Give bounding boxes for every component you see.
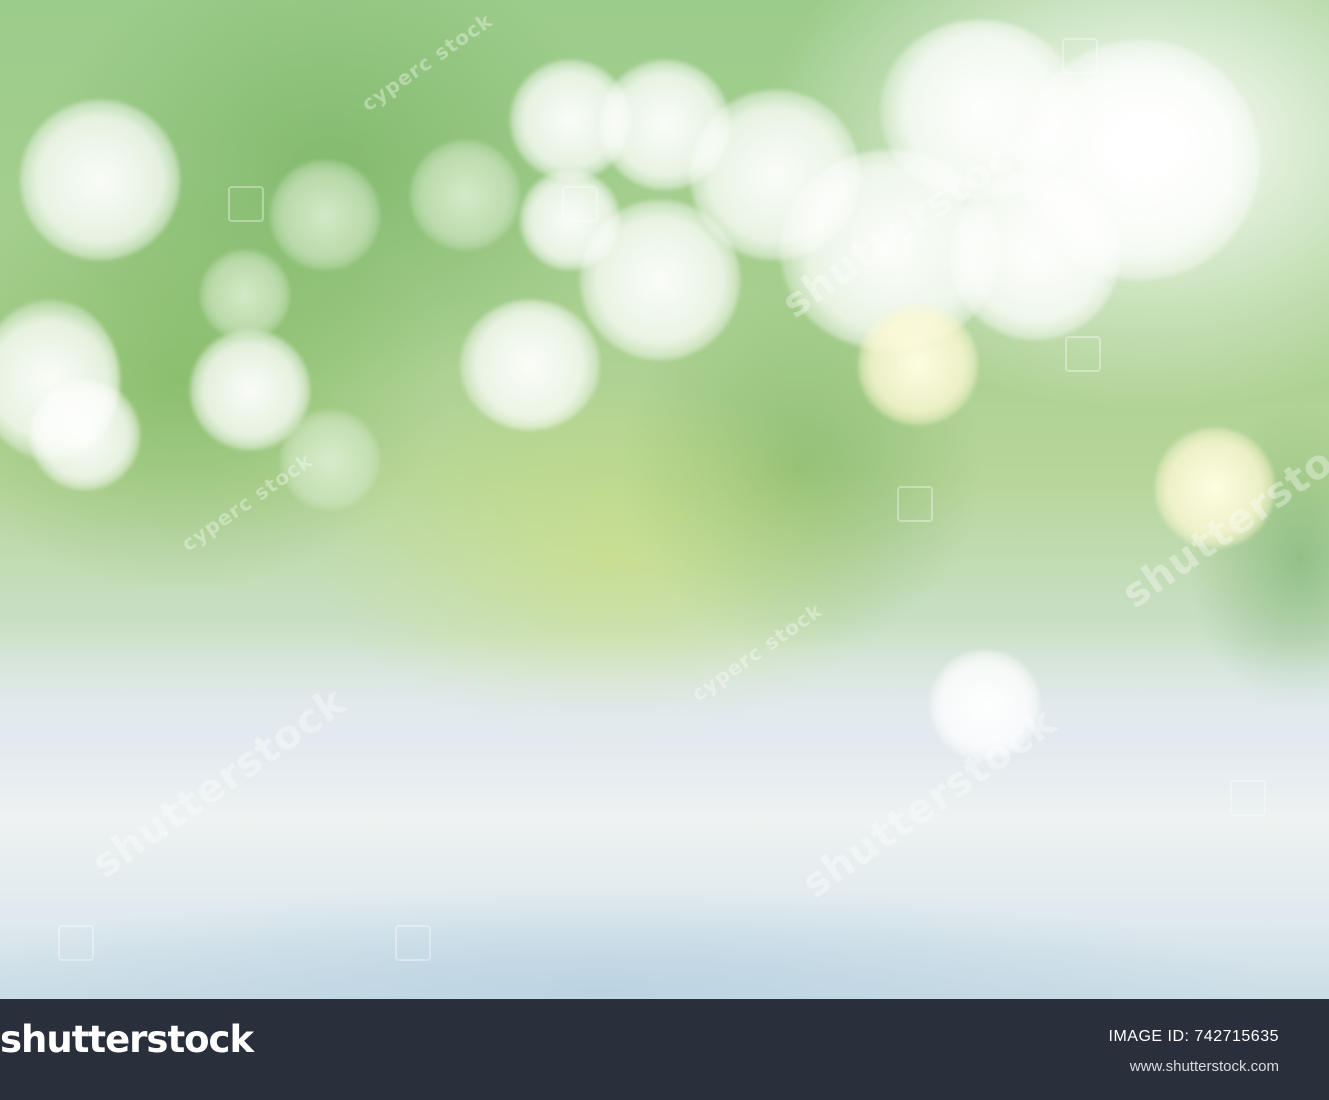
bokeh-light [270, 160, 380, 270]
watermark-icon [395, 925, 431, 961]
watermark-icon [228, 186, 264, 222]
watermark-icon [562, 186, 598, 222]
image-id-line: IMAGE ID: 742715635 [1109, 1028, 1280, 1046]
bokeh-light [460, 300, 600, 430]
image-id-value: 742715635 [1194, 1028, 1279, 1045]
watermark-icon [58, 925, 94, 961]
bokeh-light [410, 140, 520, 250]
bokeh-light [200, 250, 290, 340]
bokeh-light [30, 380, 140, 490]
bokeh-light [858, 305, 978, 425]
watermark-icon [1062, 38, 1098, 74]
image-id-label: IMAGE ID: [1108, 1028, 1190, 1045]
bokeh-light [1020, 40, 1260, 280]
bokeh-light [20, 100, 180, 260]
site-url: www.shutterstock.com [1129, 1058, 1279, 1075]
shutterstock-logo: shutterstock [0, 1018, 254, 1061]
watermark-icon [897, 486, 933, 522]
blurred-bokeh-photo: shutterstock shutterstock shutterstock s… [0, 0, 1329, 999]
watermark-icon [1230, 780, 1266, 816]
watermark-text: cyperc stock [357, 8, 497, 116]
watermark-text: cyperc stock [177, 448, 317, 556]
watermark-icon [1065, 336, 1101, 372]
blurred-road [0, 880, 1329, 999]
